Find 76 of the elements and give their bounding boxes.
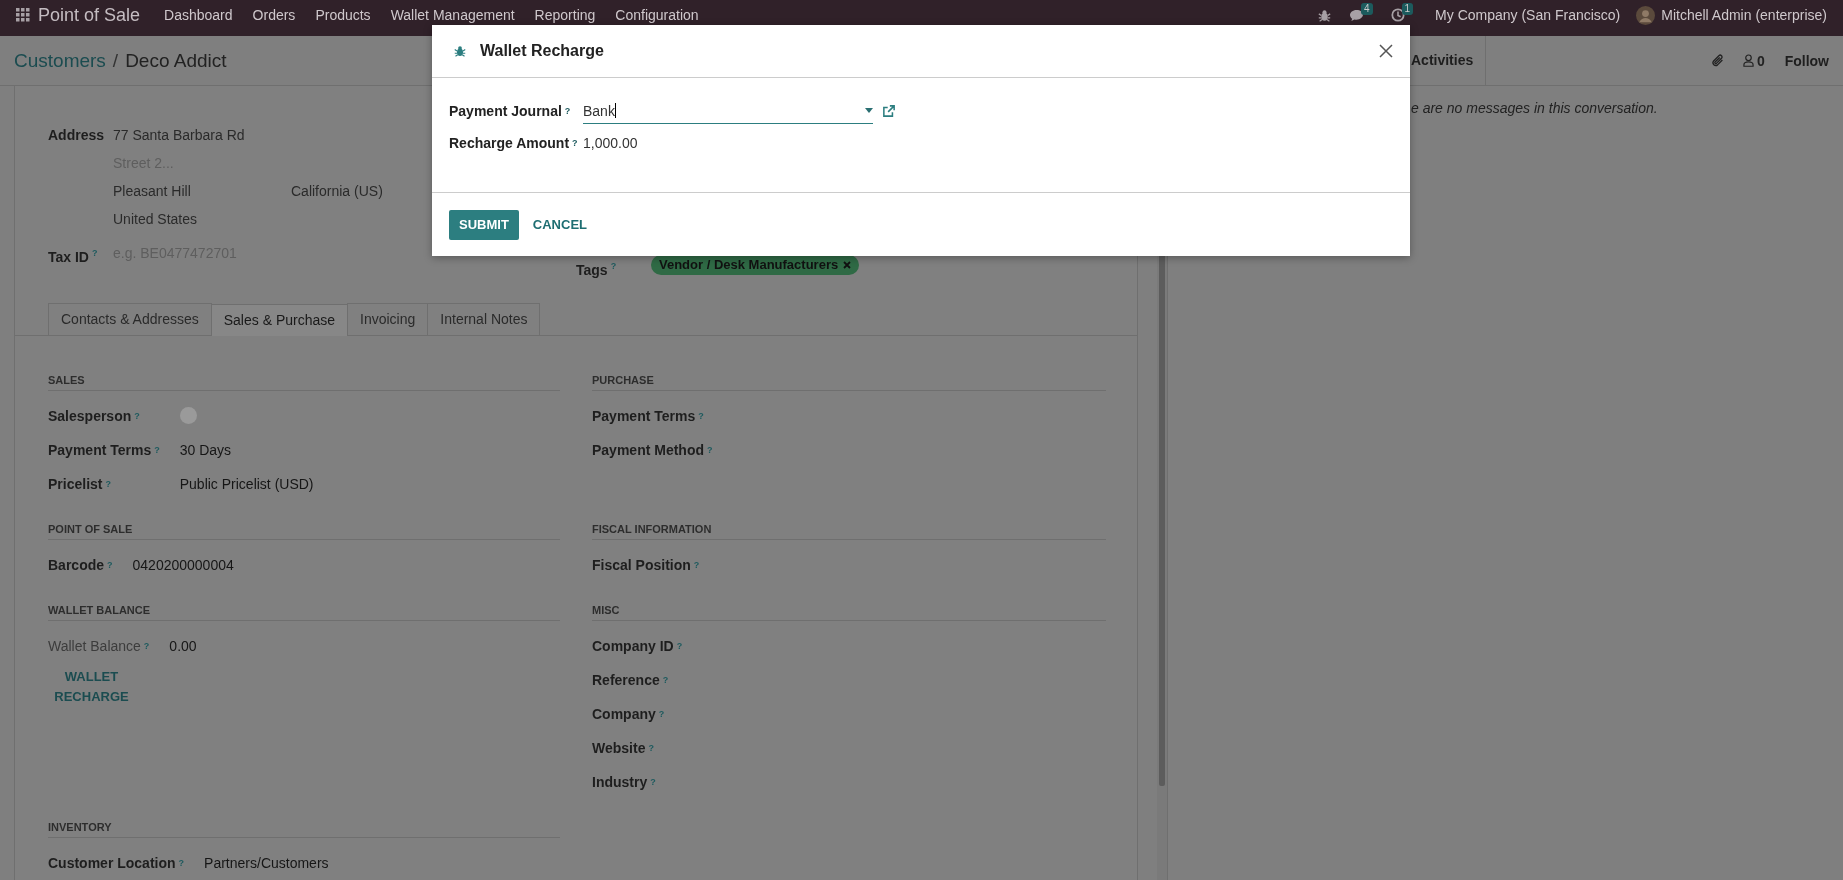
submit-button[interactable]: SUBMIT (449, 209, 519, 240)
company-switcher[interactable]: My Company (San Francisco) (1435, 7, 1621, 23)
wallet-recharge-button[interactable]: WALLET RECHARGE (48, 662, 135, 711)
record-title: Deco Addict (125, 49, 227, 72)
count-badge: 1 (1401, 3, 1414, 15)
person-icon (1742, 54, 1754, 67)
bug-icon[interactable] (1317, 8, 1331, 22)
section-heading: POINT OF SALE (48, 522, 560, 540)
field-label: Payment Journal $^{?}$ (449, 102, 572, 121)
field-label: Website $^{?}$ (592, 738, 655, 758)
amount-field[interactable]: 1,000.00 (583, 135, 638, 151)
section-heading: MISC (592, 603, 1106, 621)
paperclip-icon[interactable] (1710, 53, 1725, 68)
count-badge: 4 (1360, 3, 1373, 15)
external-link-icon[interactable] (883, 105, 895, 117)
field-label: Wallet Balance $^{?}$ (48, 636, 150, 656)
tab[interactable]: Internal Notes (427, 302, 541, 335)
field-label: Industry $^{?}$ (592, 772, 657, 792)
field-value[interactable]: Public Pricelist (USD) (179, 466, 560, 501)
section-heading: SALES (48, 373, 560, 391)
menu-item[interactable]: Reporting (534, 7, 596, 23)
field-value[interactable]: 0420200000004 (132, 547, 560, 582)
journal-select[interactable]: Bank (583, 98, 873, 124)
caret-icon (865, 108, 873, 113)
field-label: Customer Location $^{?}$ (48, 853, 185, 873)
menu-item[interactable]: Wallet Management (390, 7, 515, 23)
menu-item[interactable]: Configuration (615, 7, 699, 23)
field-label: Payment Method $^{?}$ (592, 440, 713, 460)
user-menu[interactable]: Mitchell Admin (enterprise) (1661, 7, 1827, 23)
state-field[interactable]: California (US) (291, 177, 383, 205)
follow-button[interactable]: Follow (1784, 52, 1829, 69)
field-label: Recharge Amount $^{?}$ (449, 134, 579, 153)
chat-icon[interactable] (1348, 8, 1364, 22)
field-label: Barcode $^{?}$ (48, 555, 113, 575)
field-label: Tax ID $^{?}$ (48, 247, 99, 267)
empty-message: e are no messages in this conversation. (1410, 99, 1659, 116)
section-heading: INVENTORY (48, 820, 560, 838)
remove-icon (843, 261, 852, 269)
field-value[interactable]: 0.00 (169, 628, 560, 663)
country-field[interactable]: United States (113, 205, 383, 233)
activities-tab[interactable]: Activities (1411, 36, 1487, 85)
field-value[interactable]: 30 Days (179, 432, 560, 467)
breadcrumb-link[interactable]: Customers (14, 49, 106, 72)
user-avatar (1636, 5, 1656, 25)
section-heading: WALLET BALANCE (48, 603, 560, 621)
apps-menu-icon[interactable] (16, 8, 30, 22)
clock-icon[interactable] (1390, 8, 1405, 22)
field-label: Tags $^{?}$ (576, 260, 618, 280)
section-heading: FISCAL INFORMATION (592, 522, 1106, 540)
field-label: Company $^{?}$ (592, 704, 666, 724)
cancel-button[interactable]: CANCEL (522, 209, 597, 240)
dialog-title: Wallet Recharge (480, 42, 604, 60)
tag-chip[interactable]: Vendor / Desk Manufacturers (651, 255, 860, 275)
tab[interactable]: Contacts & Addresses (48, 302, 212, 335)
field-label: Salesperson $^{?}$ (48, 406, 141, 426)
menu-item[interactable]: Dashboard (164, 7, 233, 23)
section-heading: PURCHASE (592, 373, 1106, 391)
breadcrumb-separator: / (112, 49, 119, 72)
close-icon[interactable] (1379, 44, 1393, 58)
menu-item[interactable]: Orders (252, 7, 296, 23)
bug-icon (454, 45, 466, 57)
avatar-placeholder (179, 407, 197, 425)
city-field[interactable]: Pleasant Hill (113, 177, 291, 205)
field-label: Company ID $^{?}$ (592, 636, 683, 656)
field-label: Address (48, 126, 106, 145)
field-label: Reference $^{?}$ (592, 670, 670, 690)
field-label: Payment Terms $^{?}$ (592, 406, 705, 426)
street-field[interactable]: 77 Santa Barbara Rd (113, 121, 383, 149)
menu-item[interactable]: Products (315, 7, 371, 23)
field-value[interactable]: Partners/Customers (204, 845, 560, 880)
field-label: Pricelist $^{?}$ (48, 474, 112, 494)
app-name[interactable]: Point of Sale (38, 4, 141, 26)
tab[interactable]: Sales & Purchase (210, 303, 349, 336)
followers-button[interactable]: 0 (1742, 52, 1765, 69)
field-label: Payment Terms $^{?}$ (48, 440, 160, 460)
field-label: Fiscal Position $^{?}$ (592, 555, 700, 575)
